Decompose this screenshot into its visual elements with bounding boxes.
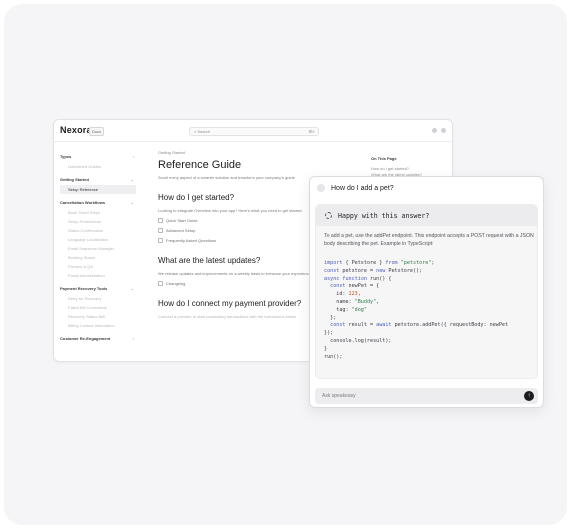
code-line: tag: "dog" xyxy=(324,306,367,313)
breadcrumb[interactable]: Getting Started xyxy=(158,150,368,155)
sidebar-group-getting-started[interactable]: Getting Started ⌄ xyxy=(60,177,136,182)
avatar xyxy=(317,184,325,192)
top-actions xyxy=(432,128,446,133)
code-line: const result = await petstore.addPet({ r… xyxy=(330,322,509,329)
sidebar-item[interactable]: Failed Bill Corrections xyxy=(60,303,136,312)
sidebar-group-payment[interactable]: Payment Recovery Tools ⌄ xyxy=(60,286,136,291)
sidebar-item[interactable]: Preview & QA xyxy=(60,262,136,271)
table-of-contents: On This Page How do I get started? What … xyxy=(371,156,446,178)
sidebar-item[interactable]: Book Ticket Steps xyxy=(60,208,136,217)
code-line: const newPet = { xyxy=(330,283,380,290)
code-block: import { Petstore } from "petstore"; cons… xyxy=(324,260,534,361)
sidebar-item[interactable]: Status Confirmation xyxy=(60,226,136,235)
sidebar-item[interactable]: Retry for Recovery xyxy=(60,294,136,303)
group-label: Types xyxy=(60,154,72,159)
chevron-right-icon: › xyxy=(132,336,134,341)
code-line: id: 123, xyxy=(324,291,361,298)
logo[interactable]: Nexora xyxy=(60,125,92,135)
screenshot-frame: Nexora Docs ⌕ Search ⌘K Types › Unleashed… xyxy=(4,4,567,525)
docs-badge: Docs xyxy=(89,127,105,136)
gear-icon xyxy=(158,228,163,233)
page-title: Reference Guide xyxy=(158,159,242,171)
search-placeholder: Search xyxy=(197,129,211,134)
sidebar-item[interactable]: Portal Administration xyxy=(60,271,136,280)
sidebar-group-customer[interactable]: Customer Re-Engagement › xyxy=(60,336,136,341)
settings-icon[interactable] xyxy=(441,128,446,133)
chat-panel: How do I add a pet? Happy with this answ… xyxy=(309,176,544,408)
top-bar: Nexora Docs ⌕ Search ⌘K xyxy=(54,120,452,142)
search-shortcut: ⌘K xyxy=(308,129,315,134)
chevron-down-icon: ⌄ xyxy=(130,200,134,205)
sidebar-item[interactable]: Setup Preferences xyxy=(60,217,136,226)
loading-spinner-icon xyxy=(325,212,332,219)
sidebar-item-active[interactable]: Setup Reference xyxy=(60,185,136,194)
answer-card: Happy with this answer? To add a pet, us… xyxy=(315,204,538,379)
chat-question: How do I add a pet? xyxy=(317,184,394,192)
sidebar-item[interactable]: Recovery Status Bell xyxy=(60,312,136,321)
code-line: } xyxy=(324,345,328,352)
code-line: const petstore = new Petstore(); xyxy=(324,267,423,274)
code-line: name: "Buddy", xyxy=(324,298,380,305)
sidebar-item[interactable]: Billing Contact Information xyxy=(60,321,136,330)
sidebar: Types › Unleashed Guides Getting Started ⌄… xyxy=(54,143,142,361)
sidebar-group-types[interactable]: Types › xyxy=(60,154,136,159)
list-icon xyxy=(158,281,163,286)
code-line: console.log(result); xyxy=(324,337,392,344)
feedback-prompt: Happy with this answer? xyxy=(338,212,430,220)
sidebar-group-cancellation[interactable]: Cancellation Workflows ⌄ xyxy=(60,200,136,205)
code-line: async function run() { xyxy=(324,275,392,282)
chevron-down-icon: ⌄ xyxy=(130,286,134,291)
theme-toggle-icon[interactable] xyxy=(432,128,437,133)
code-line: }); xyxy=(324,330,334,337)
code-line: }; xyxy=(324,314,337,321)
question-text: How do I add a pet? xyxy=(331,184,394,192)
sidebar-item[interactable]: Email Sequence Manager xyxy=(60,244,136,253)
chevron-down-icon: ⌄ xyxy=(130,177,134,182)
sidebar-item[interactable]: Unleashed Guides xyxy=(60,162,136,171)
search-input[interactable]: ⌕ Search ⌘K xyxy=(189,127,319,136)
send-arrow-icon[interactable]: ↑ xyxy=(524,391,534,401)
answer-text: To add a pet, use the addPet endpoint. T… xyxy=(324,233,534,247)
sidebar-item[interactable]: Language Localization xyxy=(60,235,136,244)
feedback-bar[interactable]: Happy with this answer? xyxy=(316,205,537,226)
question-icon xyxy=(158,238,163,243)
toc-title: On This Page xyxy=(371,156,397,161)
chevron-right-icon: › xyxy=(132,154,134,159)
link-label: Quick Start Guide xyxy=(166,218,198,223)
group-label: Payment Recovery Tools xyxy=(60,286,108,291)
group-label: Getting Started xyxy=(60,177,89,182)
code-line: import { Petstore } from "petstore"; xyxy=(324,260,435,266)
code-line: run(); xyxy=(324,353,343,360)
chat-input-placeholder: Ask speakeasy xyxy=(322,393,356,399)
doc-icon xyxy=(158,218,163,223)
link-label: Frequently Asked Questions xyxy=(166,238,217,243)
link-label: Changelog xyxy=(166,281,186,286)
link-label: Advanced Setup xyxy=(166,228,196,233)
group-label: Customer Re-Engagement xyxy=(60,336,111,341)
chat-input[interactable]: Ask speakeasy ↑ xyxy=(315,388,538,404)
sidebar-item[interactable]: Booking Status xyxy=(60,253,136,262)
group-label: Cancellation Workflows xyxy=(60,200,106,205)
